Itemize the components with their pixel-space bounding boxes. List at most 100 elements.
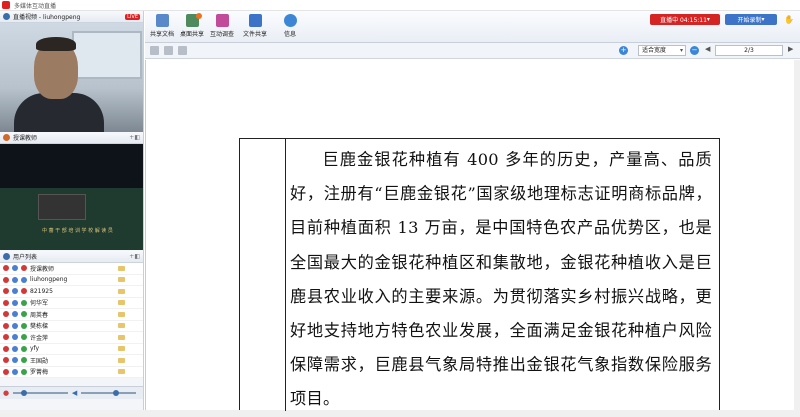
camera-status-icon[interactable] (12, 276, 18, 283)
presenter-hair (36, 37, 76, 51)
chat-icon[interactable] (118, 369, 125, 375)
panel-expand-icon[interactable]: +◧ (129, 253, 140, 260)
app-window: 多媒体互动直播 直播视频 - liuhongpeng LIVE 授课教师 +◧ … (0, 0, 800, 411)
page-select[interactable]: 2/3 (715, 45, 783, 56)
thumbnail-icon[interactable] (178, 46, 187, 55)
microphone-status-icon[interactable] (3, 288, 9, 295)
vertical-scrollbar[interactable] (794, 60, 800, 410)
microphone-status-icon[interactable] (3, 334, 9, 341)
user-list-item[interactable]: 何华军 (0, 298, 143, 309)
microphone-status-icon[interactable] (3, 357, 9, 364)
microphone-status-icon[interactable] (3, 265, 9, 272)
user-avatar-icon (21, 357, 27, 364)
document-table: 巨鹿金银花种植有 400 多年的历史，产量高、品质好，注册有“巨鹿金银花”国家级… (239, 138, 720, 411)
user-avatar-icon (21, 334, 27, 341)
title-bar: 多媒体互动直播 (0, 0, 800, 11)
camera-status-icon[interactable] (12, 345, 18, 352)
start-recording-button[interactable]: 开始录制 ▾ (725, 14, 777, 25)
tool-desktop-share-button[interactable]: 桌面共享 (177, 13, 207, 38)
tool-label: 信息 (283, 31, 296, 38)
tool-bar-chart-button[interactable]: 互动调查 (207, 14, 237, 38)
next-page-button[interactable]: ▶ (788, 45, 793, 53)
zoom-in-button[interactable]: + (619, 46, 628, 55)
speaker-icon[interactable]: ◀ (72, 389, 77, 397)
microphone-status-icon[interactable] (3, 368, 9, 375)
chat-icon[interactable] (118, 346, 125, 352)
chat-icon[interactable] (118, 311, 125, 317)
camera-status-icon[interactable] (12, 334, 18, 341)
speaker-volume-knob[interactable] (113, 390, 120, 396)
camera-status-icon[interactable] (12, 299, 18, 306)
user-list-item[interactable]: 821925 (0, 286, 143, 298)
document-paragraph: 巨鹿金银花种植有 400 多年的历史，产量高、品质好，注册有“巨鹿金银花”国家级… (290, 150, 712, 409)
camera-status-icon[interactable] (12, 265, 18, 272)
user-avatar-icon (21, 368, 27, 375)
panel-expand-icon[interactable]: +◧ (129, 134, 140, 141)
user-avatar-icon (21, 322, 27, 329)
app-logo-icon (2, 1, 10, 9)
document-toolbar: + 适合宽度 − ◀ 2/3 ▶ (145, 43, 800, 59)
user-name: 王国勋 (30, 357, 49, 365)
chat-icon[interactable] (118, 277, 125, 283)
microphone-status-icon[interactable] (3, 299, 9, 306)
zoom-select[interactable]: 适合宽度 (638, 45, 686, 56)
tool-file-share-button[interactable]: 文件共享 (240, 14, 270, 38)
user-list-item[interactable]: 罗菁梅 (0, 367, 143, 378)
window-title: 多媒体互动直播 (14, 2, 57, 10)
tool-label: 共享文档 (149, 31, 174, 38)
camera-status-icon[interactable] (12, 288, 18, 295)
chat-icon[interactable] (118, 265, 125, 271)
document-viewer[interactable]: 巨鹿金银花种植有 400 多年的历史，产量高、品质好，注册有“巨鹿金银花”国家级… (145, 60, 800, 411)
user-list-item[interactable]: yfy (0, 344, 143, 355)
microphone-status-icon[interactable] (3, 322, 9, 329)
video-camera-icon (3, 13, 10, 20)
tool-document-button[interactable]: 共享文档 (147, 14, 177, 38)
teacher-panel-header: 授课教师 +◧ (0, 132, 143, 144)
user-list-item[interactable]: 许金萍 (0, 332, 143, 344)
live-video-feed[interactable] (0, 23, 143, 142)
user-name: liuhongpeng (30, 276, 68, 284)
user-avatar-icon (21, 345, 27, 352)
user-list-item[interactable]: 樊栋樑 (0, 321, 143, 332)
teacher-video-feed[interactable]: 中 蕃 干 部 培 训 学 校 解 读 员 (0, 144, 143, 250)
chat-icon[interactable] (118, 323, 125, 329)
users-icon (3, 253, 10, 260)
notification-badge (196, 13, 202, 19)
user-name: 授课教师 (30, 265, 55, 273)
speaker-volume-slider[interactable] (81, 390, 136, 396)
camera-status-icon[interactable] (12, 322, 18, 329)
chat-icon[interactable] (118, 288, 125, 294)
open-file-icon[interactable] (150, 46, 159, 55)
raise-hand-icon[interactable]: ✋ (784, 15, 794, 24)
chat-icon[interactable] (118, 357, 125, 363)
teacher-panel: 授课教师 +◧ 中 蕃 干 部 培 训 学 校 解 读 员 (0, 132, 143, 250)
tool-label: 文件共享 (242, 31, 267, 38)
recording-timer: 直播中 04:15:11 (660, 17, 707, 24)
microphone-icon[interactable]: ● (3, 389, 9, 397)
chat-icon[interactable] (118, 334, 125, 340)
background-window (72, 31, 142, 79)
tool-info-button[interactable]: 信息 (275, 14, 305, 38)
user-list-item[interactable]: 周英春 (0, 309, 143, 321)
tool-label: 桌面共享 (179, 31, 204, 38)
microphone-status-icon[interactable] (3, 345, 9, 352)
chat-icon[interactable] (118, 300, 125, 306)
microphone-status-icon[interactable] (3, 311, 9, 318)
camera-status-icon[interactable] (12, 311, 18, 318)
live-badge: LIVE (125, 13, 140, 20)
camera-status-icon[interactable] (12, 368, 18, 375)
user-list: 授课教师 liuhongpeng 821925 何华军周英春樊栋樑 许金萍 yfy 王国勋罗… (0, 263, 143, 378)
camera-status-icon[interactable] (12, 357, 18, 364)
user-avatar-icon (21, 288, 27, 295)
mic-volume-knob[interactable] (21, 390, 28, 396)
zoom-out-button[interactable]: − (690, 46, 699, 55)
prev-page-button[interactable]: ◀ (705, 45, 710, 53)
user-list-item[interactable]: 授课教师 (0, 263, 143, 275)
user-list-item[interactable]: liuhongpeng (0, 275, 143, 286)
recording-status-button[interactable]: 直播中 04:15:11 ▾ (650, 14, 720, 25)
user-name: 周英春 (30, 311, 49, 319)
mic-volume-slider[interactable] (13, 390, 68, 396)
user-list-item[interactable]: 王国勋 (0, 355, 143, 367)
microphone-status-icon[interactable] (3, 276, 9, 283)
save-file-icon[interactable] (164, 46, 173, 55)
